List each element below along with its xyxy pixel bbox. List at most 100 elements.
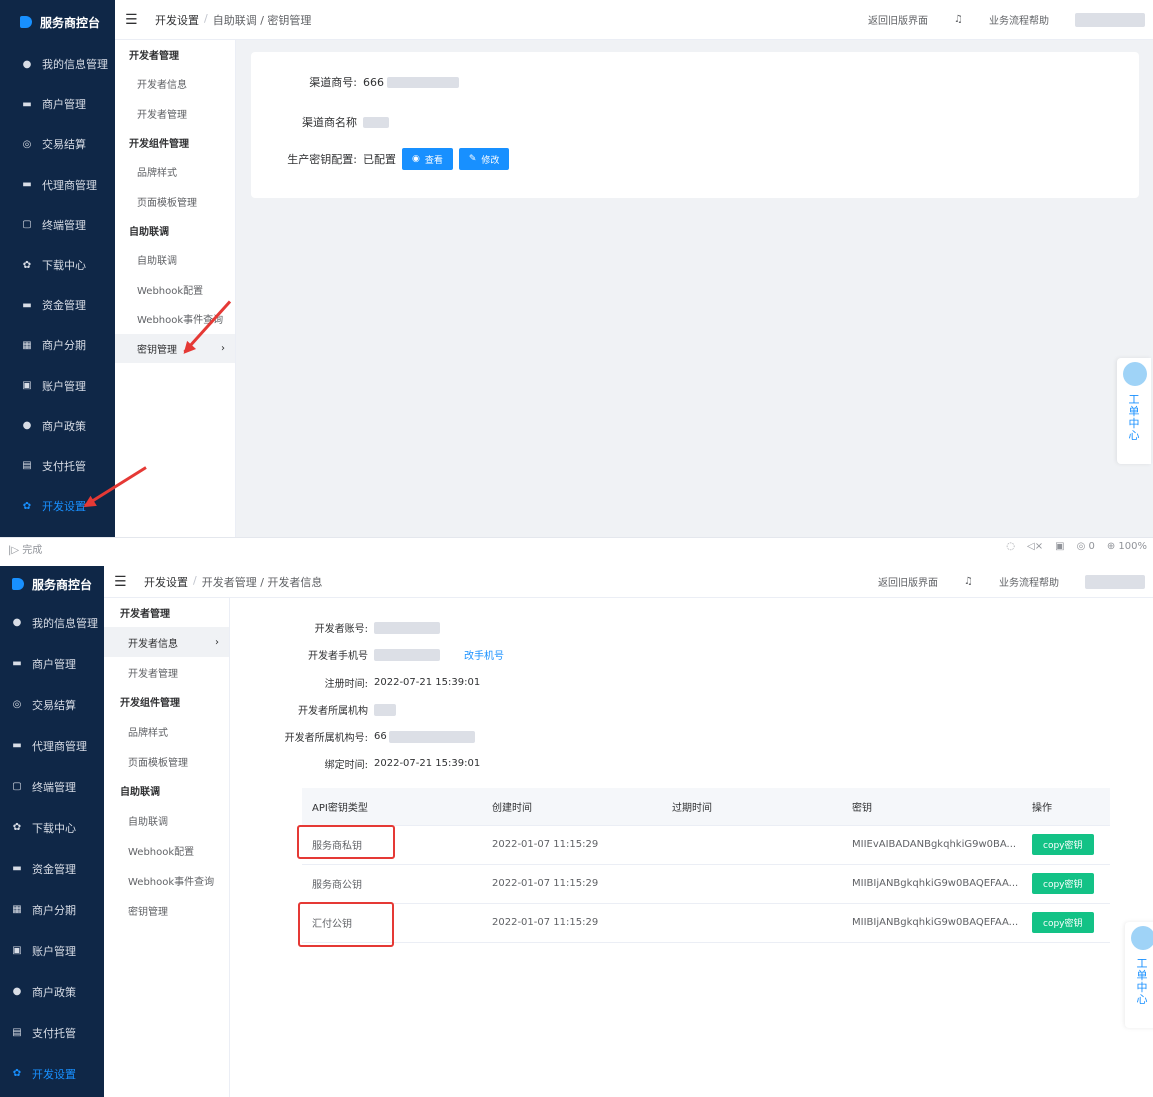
sidebar-item-installment[interactable]: ▦ 商户分期 — [0, 889, 104, 930]
help-link[interactable]: 业务流程帮助 — [999, 574, 1059, 589]
submenu-item-dev-info[interactable]: 开发者信息 — [115, 69, 235, 99]
key-cell: MIIBIjANBgkqhkiG9w0BAQEFAA... — [842, 903, 1022, 943]
api-key-table: API密钥类型 创建时间 过期时间 密钥 操作 服务商私钥 2022-01-07… — [302, 788, 1110, 943]
highlight-box — [298, 902, 394, 947]
sidebar-item-settlement[interactable]: ◎ 交易结算 — [0, 124, 115, 164]
submenu-item-webhook-query[interactable]: Webhook事件查询 — [115, 304, 235, 334]
submenu-item-webhook-config[interactable]: Webhook配置 — [115, 275, 235, 305]
help-link[interactable]: 业务流程帮助 — [989, 12, 1049, 27]
sidebar-item-download[interactable]: ✿ 下载中心 — [0, 807, 104, 848]
brand[interactable]: 服务商控台 — [0, 0, 115, 44]
submenu-item-self-test[interactable]: 自助联调 — [115, 245, 235, 275]
mute-icon[interactable]: ◁× — [1027, 541, 1043, 552]
table-header-row: API密钥类型 创建时间 过期时间 密钥 操作 — [302, 788, 1110, 826]
submenu-item-label: 密钥管理 — [137, 344, 177, 356]
sidebar-item-account[interactable]: ▣ 账户管理 — [0, 930, 104, 971]
installment-icon: ▦ — [12, 904, 22, 915]
bind-time-value: 2022-07-21 15:39:01 — [374, 758, 481, 769]
submenu-item-page-template[interactable]: 页面模板管理 — [115, 187, 235, 217]
copy-key-button[interactable]: copy密钥 — [1032, 834, 1094, 855]
sidebar-item-escrow[interactable]: ▤ 支付托管 — [0, 1012, 104, 1053]
zoom-icon[interactable]: ⊕ 100% — [1107, 541, 1147, 552]
submenu-item-dev-manage[interactable]: 开发者管理 — [115, 99, 235, 129]
column-header: API密钥类型 — [302, 788, 482, 826]
submenu-item-dev-manage[interactable]: 开发者管理 — [104, 657, 229, 687]
sidebar-item-fund[interactable]: ▬ 资金管理 — [0, 285, 115, 325]
sidebar-item-label: 资金管理 — [32, 862, 76, 876]
breadcrumb-item[interactable]: 开发设置 — [144, 574, 188, 590]
submenu-item-label: 页面模板管理 — [128, 757, 188, 769]
sidebar-item-my-info[interactable]: ● 我的信息管理 — [0, 44, 115, 84]
sidebar-item-my-info[interactable]: ● 我的信息管理 — [0, 602, 104, 643]
badge-icon[interactable]: ◎ 0 — [1077, 541, 1095, 552]
breadcrumb-item: 开发者管理 / 开发者信息 — [201, 575, 323, 589]
sidebar-item-dev-settings[interactable]: ✿ 开发设置 — [0, 1053, 104, 1094]
edit-button[interactable]: ✎ 修改 — [458, 148, 510, 170]
sidebar-item-fund[interactable]: ▬ 资金管理 — [0, 848, 104, 889]
sidebar-item-policy[interactable]: ● 商户政策 — [0, 406, 115, 446]
copy-key-button[interactable]: copy密钥 — [1032, 912, 1094, 933]
breadcrumb-item[interactable]: 开发设置 — [155, 12, 199, 28]
zoom-level: 100% — [1118, 541, 1147, 552]
sidebar-item-dev-settings[interactable]: ✿ 开发设置 — [0, 486, 115, 526]
sidebar-item-merchant[interactable]: ▬ 商户管理 — [0, 84, 115, 124]
submenu-group: 开发者管理 — [129, 51, 179, 62]
submenu-item-key-manage[interactable]: 密钥管理 › — [115, 333, 235, 363]
submenu-item-brand-style[interactable]: 品牌样式 — [104, 716, 229, 746]
sidebar-item-download[interactable]: ✿ 下载中心 — [0, 245, 115, 285]
bell-icon[interactable]: ♫ — [964, 576, 973, 587]
prod-key-row: 生产密钥配置: 已配置 ◉ 查看 ✎ 修改 — [271, 148, 510, 170]
org-no-value: 66 — [374, 731, 387, 742]
sidebar-item-escrow[interactable]: ▤ 支付托管 — [0, 446, 115, 486]
submenu-item-dev-info[interactable]: 开发者信息 › — [104, 627, 229, 657]
sidebar-item-label: 下载中心 — [42, 259, 86, 273]
submenu: 开发者管理 开发者信息 › 开发者管理 开发组件管理 品牌样式 页面模板管理 自助… — [104, 598, 230, 1097]
sidebar-item-terminal[interactable]: ▢ 终端管理 — [0, 205, 115, 245]
org-no-row: 开发者所属机构号: 66 — [250, 729, 475, 744]
sidebar-item-label: 商户管理 — [32, 657, 76, 671]
submenu-item-self-test[interactable]: 自助联调 — [104, 805, 229, 835]
submenu-item-brand-style[interactable]: 品牌样式 — [115, 157, 235, 187]
sidebar-item-terminal[interactable]: ▢ 终端管理 — [0, 766, 104, 807]
submenu-item-label: Webhook事件查询 — [128, 876, 215, 888]
sidebar-item-policy[interactable]: ● 商户政策 — [0, 971, 104, 1012]
brand-logo-icon — [20, 16, 32, 28]
shield-icon[interactable]: ◌ — [1006, 541, 1015, 552]
escrow-icon: ▤ — [22, 460, 32, 472]
ticket-center-widget[interactable]: 工 单 中 心 — [1125, 922, 1153, 1028]
sidebar-item-merchant[interactable]: ▬ 商户管理 — [0, 643, 104, 684]
menu-toggle-icon[interactable]: ☰ — [125, 12, 139, 28]
sidebar-item-agent[interactable]: ▬ 代理商管理 — [0, 725, 104, 766]
screenshot-icon[interactable]: ▣ — [1055, 541, 1064, 552]
sidebar-item-installment[interactable]: ▦ 商户分期 — [0, 325, 115, 365]
created-time-cell: 2022-01-07 11:15:29 — [482, 903, 662, 943]
user-icon: ● — [22, 58, 32, 70]
sidebar-item-label: 账户管理 — [42, 379, 86, 393]
sidebar-item-label: 我的信息管理 — [42, 58, 108, 72]
screenshot-developer-info: 服务商控台 ● 我的信息管理 ▬ 商户管理 ◎ 交易结算 ▬ 代理商管理 ▢ 终端管理 ✿… — [0, 566, 1153, 1097]
brand[interactable]: 服务商控台 — [0, 566, 104, 602]
menu-toggle-icon[interactable]: ☰ — [114, 574, 128, 590]
submenu-item-webhook-config[interactable]: Webhook配置 — [104, 835, 229, 865]
sidebar-item-account[interactable]: ▣ 账户管理 — [0, 366, 115, 406]
copy-key-button[interactable]: copy密钥 — [1032, 873, 1094, 894]
ticket-center-widget[interactable]: 工 单 中 心 — [1117, 358, 1151, 464]
return-old-ui-link[interactable]: 返回旧版界面 — [878, 574, 938, 589]
sidebar-item-agent[interactable]: ▬ 代理商管理 — [0, 165, 115, 205]
bell-icon[interactable]: ♫ — [954, 14, 963, 25]
user-icon: ● — [12, 617, 22, 628]
view-button[interactable]: ◉ 查看 — [402, 148, 453, 170]
return-old-ui-link[interactable]: 返回旧版界面 — [868, 12, 928, 27]
bind-time-row: 绑定时间: 2022-07-21 15:39:01 — [250, 756, 481, 771]
submenu-item-page-template[interactable]: 页面模板管理 — [104, 746, 229, 776]
sidebar-item-label: 账户管理 — [32, 944, 76, 958]
brand-title: 服务商控台 — [40, 15, 101, 30]
sidebar-item-label: 下载中心 — [32, 821, 76, 835]
change-phone-link[interactable]: 改手机号 — [464, 647, 504, 662]
column-header: 创建时间 — [482, 788, 662, 826]
phone-label: 开发者手机号 — [308, 651, 368, 662]
submenu-item-key-manage[interactable]: 密钥管理 — [104, 895, 229, 925]
pencil-icon: ✎ — [468, 154, 477, 164]
sidebar-item-settlement[interactable]: ◎ 交易结算 — [0, 684, 104, 725]
submenu-item-webhook-query[interactable]: Webhook事件查询 — [104, 865, 229, 895]
